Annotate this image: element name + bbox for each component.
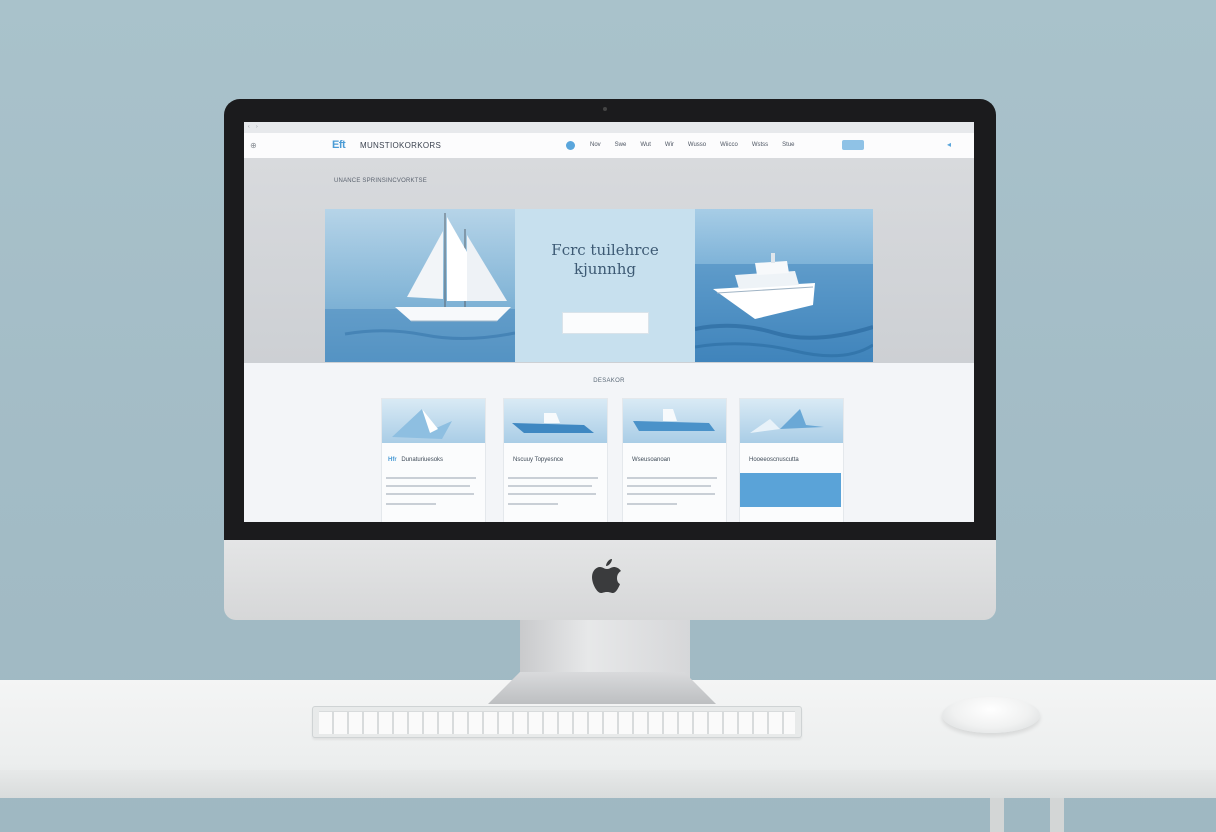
card-text-line bbox=[386, 493, 474, 495]
card-title: Nscuuy Topyesnce bbox=[510, 457, 563, 463]
card-image bbox=[623, 399, 726, 443]
hero-title-line-2: kjunnhg bbox=[574, 260, 636, 278]
monitor-stand-base bbox=[488, 672, 716, 704]
browser-forward-icon[interactable]: › bbox=[256, 124, 258, 130]
nav-item[interactable]: Nov bbox=[590, 142, 601, 148]
card-text-line bbox=[627, 485, 711, 487]
feature-card[interactable]: Nscuuy Topyesnce bbox=[503, 398, 608, 522]
desk-leg bbox=[990, 798, 1004, 832]
hero-title: Fcrc tuilehrce kjunnhg bbox=[515, 241, 695, 279]
card-tag: Hfr bbox=[388, 457, 397, 463]
feature-card[interactable]: Hooeeoscnuscutta bbox=[739, 398, 844, 522]
card-text-line bbox=[627, 493, 715, 495]
apple-logo-icon bbox=[592, 559, 621, 593]
hero-image-sailboat bbox=[325, 209, 515, 362]
browser-back-icon[interactable]: ‹ bbox=[248, 124, 250, 130]
card-image bbox=[504, 399, 607, 443]
card-title: Hooeeoscnuscutta bbox=[746, 457, 799, 463]
nav-item[interactable]: Wiicco bbox=[720, 142, 738, 148]
nav-item[interactable]: Swe bbox=[615, 142, 627, 148]
card-title: Hfr Dunaturiuesoks bbox=[388, 457, 443, 463]
hero-image-yacht bbox=[695, 209, 873, 362]
nav-menu: Nov Swe Wut Wir Wusso Wiicco Wstss Stue bbox=[590, 142, 809, 148]
nav-item[interactable]: Stue bbox=[782, 142, 794, 148]
desk-edge bbox=[0, 770, 1216, 798]
content-section bbox=[244, 363, 974, 522]
site-logo[interactable]: Eft bbox=[332, 139, 346, 151]
feature-card[interactable]: Hfr Dunaturiuesoks bbox=[381, 398, 486, 522]
monitor-screen: ‹ › ⊕ Eft MUNSTIOKORKORS Nov Swe Wut Wir… bbox=[244, 122, 974, 522]
card-title: Wseusoanoan bbox=[629, 457, 670, 463]
card-title-text: Hooeeoscnuscutta bbox=[749, 457, 799, 463]
share-icon[interactable]: ◂ bbox=[947, 140, 951, 149]
site-navbar: ⊕ Eft MUNSTIOKORKORS Nov Swe Wut Wir Wus… bbox=[244, 133, 974, 159]
monitor-stand-neck bbox=[520, 618, 690, 680]
card-title-text: Wseusoanoan bbox=[632, 457, 671, 463]
mouse bbox=[942, 697, 1040, 733]
card-image bbox=[382, 399, 485, 443]
nav-item[interactable]: Wusso bbox=[688, 142, 706, 148]
nav-item[interactable]: Wir bbox=[665, 142, 674, 148]
card-text-line bbox=[627, 477, 717, 479]
hero-content-panel: Fcrc tuilehrce kjunnhg bbox=[515, 209, 695, 362]
card-text-line bbox=[508, 477, 598, 479]
section-title: DESAKOR bbox=[593, 378, 625, 384]
hero-cta-button[interactable] bbox=[562, 312, 649, 334]
hero-title-line-1: Fcrc tuilehrce bbox=[551, 241, 659, 259]
feature-card[interactable]: Wseusoanoan bbox=[622, 398, 727, 522]
card-image bbox=[740, 399, 843, 443]
browser-toolbar: ‹ › bbox=[244, 122, 974, 133]
menu-icon[interactable]: ⊕ bbox=[250, 141, 257, 150]
card-text-line bbox=[508, 493, 596, 495]
card-text-line bbox=[386, 503, 436, 505]
card-text-line bbox=[627, 503, 677, 505]
keyboard-keys bbox=[319, 711, 795, 734]
card-text-line bbox=[386, 477, 476, 479]
card-title-text: Dunaturiuesoks bbox=[401, 457, 444, 463]
desk-leg bbox=[1050, 798, 1064, 832]
card-text-line bbox=[386, 485, 470, 487]
globe-icon[interactable] bbox=[566, 141, 575, 150]
nav-item[interactable]: Wut bbox=[640, 142, 651, 148]
breadcrumb[interactable]: UNANCE SPRINSINCVORKTSE bbox=[334, 178, 427, 184]
site-brand-name[interactable]: MUNSTIOKORKORS bbox=[360, 141, 441, 150]
card-highlight-box[interactable] bbox=[740, 473, 841, 507]
nav-cta-button[interactable] bbox=[842, 140, 864, 150]
card-text-line bbox=[508, 503, 558, 505]
keyboard bbox=[312, 706, 802, 738]
camera-icon bbox=[603, 107, 607, 111]
card-text-line bbox=[508, 485, 592, 487]
nav-item[interactable]: Wstss bbox=[752, 142, 768, 148]
card-title-text: Nscuuy Topyesnce bbox=[513, 457, 564, 463]
